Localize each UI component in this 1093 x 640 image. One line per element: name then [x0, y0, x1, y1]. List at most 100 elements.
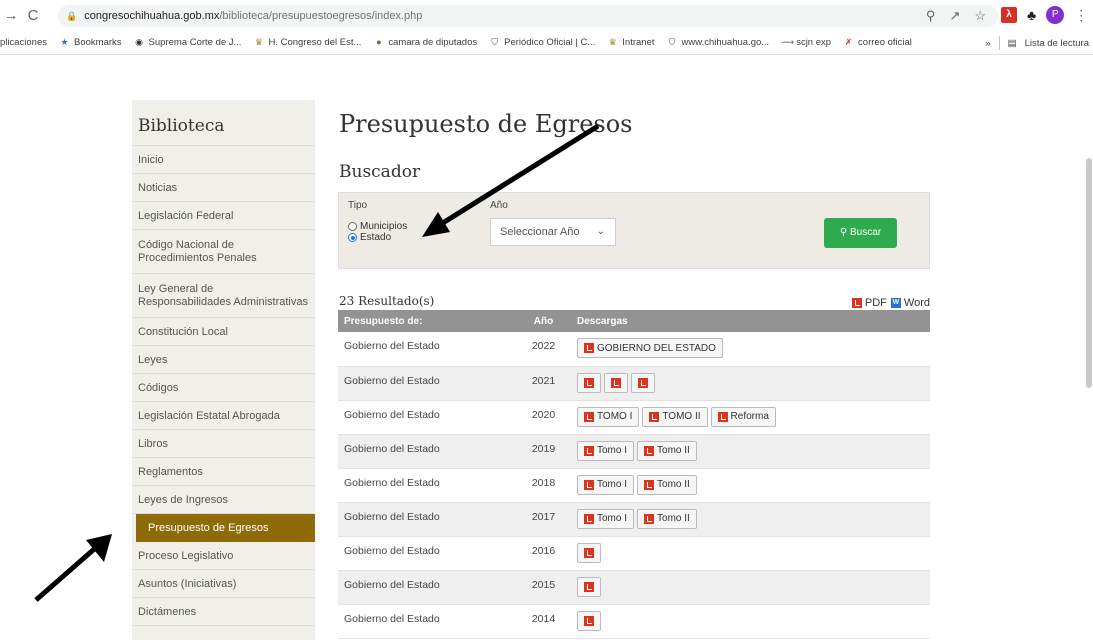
scrollbar[interactable]	[1083, 58, 1093, 627]
download-button[interactable]: Reforma	[710, 406, 776, 427]
bookmark-item[interactable]: ♛ Intranet	[607, 37, 655, 48]
divider	[998, 36, 1000, 50]
download-label: TOMO II	[662, 411, 701, 422]
radio-estado[interactable]: Estado	[348, 232, 391, 243]
sidebar-item-constituci-n-local[interactable]: Constitución Local	[132, 318, 315, 346]
camara-icon: ●	[376, 37, 382, 47]
bookmark-star-icon[interactable]: ☆	[974, 8, 986, 24]
buscar-label: Buscar	[849, 227, 882, 238]
radio-municipios-circle[interactable]	[348, 222, 357, 231]
results-count: 23 Resultado(s)	[339, 294, 435, 308]
export-pdf-label: PDF	[864, 297, 887, 309]
zoom-icon[interactable]: ⚲	[926, 8, 936, 24]
download-button[interactable]: Tomo II	[637, 474, 697, 495]
sidebar-item-inicio[interactable]: Inicio	[132, 146, 315, 174]
sidebar-item-proceso-legislativo[interactable]: Proceso Legislativo	[132, 542, 315, 570]
share-icon[interactable]: ↗	[949, 8, 960, 24]
download-button[interactable]	[631, 372, 655, 393]
download-label: Reforma	[730, 411, 769, 422]
download-button[interactable]	[577, 576, 601, 597]
cell-downloads	[571, 570, 930, 605]
sidebar-item-c-digos[interactable]: Códigos	[132, 374, 315, 402]
bookmark-label: Suprema Corte de J...	[148, 37, 242, 48]
cell-entity: Gobierno del Estado	[338, 468, 516, 503]
bookmark-item[interactable]: ♛ H. Congreso del Est...	[253, 37, 361, 48]
sidebar-item-noticias[interactable]: Noticias	[132, 174, 315, 202]
buscar-button[interactable]: ⚲ Buscar	[824, 218, 897, 248]
sidebar-item-c-digo-nacional-de-procedimientos-penales[interactable]: Código Nacional de Procedimientos Penale…	[132, 230, 315, 274]
word-icon: W	[890, 298, 901, 308]
avatar[interactable]: P	[1046, 6, 1065, 24]
bookmark-item[interactable]: ● camara de diputados	[373, 37, 477, 48]
download-button[interactable]: Tomo II	[637, 508, 697, 529]
url-path: /biblioteca/presupuestoegresos/index.php	[219, 10, 423, 22]
sidebar-item-leyes[interactable]: Leyes	[132, 346, 315, 374]
sidebar-item-legislaci-n-estatal-abrogada[interactable]: Legislación Estatal Abrogada	[132, 402, 315, 430]
download-button[interactable]	[604, 372, 628, 393]
export-word-link[interactable]: W Word	[890, 297, 930, 309]
more-bookmarks-icon[interactable]: »	[985, 38, 990, 49]
sidebar-item-legislaci-n-federal[interactable]: Legislación Federal	[132, 202, 315, 230]
download-button[interactable]: Tomo I	[577, 440, 635, 461]
download-button[interactable]: Tomo I	[577, 508, 635, 529]
reading-list-label[interactable]: Lista de lectura	[1025, 38, 1089, 49]
pdf-icon	[644, 513, 655, 524]
extensions-puzzle-icon[interactable]: ♣	[1027, 7, 1036, 23]
export-pdf-link[interactable]: PDF	[851, 297, 887, 309]
acrobat-extension-icon[interactable]: λ	[1001, 7, 1017, 23]
bookmark-item[interactable]: ⛉ Periódico Oficial | C...	[489, 37, 595, 48]
download-button[interactable]	[577, 372, 601, 393]
bookmark-label: scjn exp	[796, 37, 832, 48]
pdf-icon	[644, 445, 655, 456]
bookmark-item[interactable]: ✗ correo oficial	[843, 37, 912, 48]
export-links: PDF W Word	[851, 297, 930, 309]
sidebar: Biblioteca Inicio Noticias Legislación Fed…	[132, 100, 315, 640]
lock-icon[interactable]: 🔒	[66, 11, 77, 22]
sidebar-item-presupuesto-de-egresos[interactable]: Presupuesto de Egresos	[136, 514, 315, 542]
download-label: Tomo I	[597, 445, 628, 456]
pdf-icon	[649, 411, 660, 422]
table-row: Gobierno del Estado 2019 Tomo I Tomo II	[338, 434, 930, 469]
download-button[interactable]: Tomo II	[637, 440, 697, 461]
table-row: Gobierno del Estado 2022 GOBIERNO DEL ESTA…	[338, 332, 930, 367]
menu-kebab-icon[interactable]: ⋮	[1074, 7, 1088, 24]
address-bar[interactable]: 🔒 congresochihuahua.gob.mx/biblioteca/pr…	[58, 5, 998, 27]
radio-estado-circle[interactable]	[348, 233, 357, 242]
download-button[interactable]: TOMO II	[642, 406, 708, 427]
download-button[interactable]: Tomo I	[577, 474, 635, 495]
bookmark-item[interactable]: plicaciones	[0, 37, 47, 48]
reading-list-icon[interactable]: ▤	[1008, 38, 1017, 49]
bookmark-item[interactable]: ◉ Suprema Corte de J...	[134, 37, 242, 48]
cell-downloads: Tomo I Tomo II	[571, 502, 930, 537]
scroll-thumb[interactable]	[1086, 158, 1092, 388]
col-presupuesto: Presupuesto de:	[338, 310, 516, 332]
sidebar-item-dict-menes[interactable]: Dictámenes	[132, 598, 315, 626]
bookmark-item[interactable]: ⟿ scjn exp	[781, 37, 831, 48]
radio-municipios[interactable]: Municipios	[348, 221, 407, 232]
download-button[interactable]	[577, 610, 601, 631]
table-row: Gobierno del Estado 2014	[338, 604, 930, 639]
bookmark-item[interactable]: ⛉ www.chihuahua.go...	[667, 37, 770, 48]
annotation-arrow-bottom	[34, 534, 112, 602]
pdf-icon	[644, 479, 655, 490]
cell-downloads: TOMO I TOMO II Reforma	[571, 400, 930, 435]
pdf-icon	[584, 343, 594, 353]
download-button[interactable]: TOMO I	[577, 406, 640, 427]
download-label: Tomo II	[657, 445, 690, 456]
cell-year: 2018	[516, 468, 571, 503]
download-button[interactable]	[577, 542, 601, 563]
download-button[interactable]: GOBIERNO DEL ESTADO	[577, 338, 723, 358]
cell-downloads: Tomo I Tomo II	[571, 434, 930, 469]
sidebar-item-leyes-de-ingresos[interactable]: Leyes de Ingresos	[132, 486, 315, 514]
sidebar-item-asuntos-iniciativas[interactable]: Asuntos (Iniciativas)	[132, 570, 315, 598]
bookmark-label: Bookmarks	[74, 37, 122, 48]
sidebar-item-libros[interactable]: Libros	[132, 430, 315, 458]
sidebar-item-ley-general-de-responsabilidades-administrativas[interactable]: Ley General de Responsabilidades Adminis…	[132, 274, 315, 318]
search-icon: ⚲	[839, 227, 848, 238]
reload-icon[interactable]: C	[22, 7, 44, 24]
sidebar-item-reglamentos[interactable]: Reglamentos	[132, 458, 315, 486]
pdf-icon	[611, 377, 621, 388]
cell-year: 2019	[516, 434, 571, 469]
bookmark-item[interactable]: ★ Bookmarks	[59, 37, 122, 48]
forward-icon[interactable]: →	[0, 7, 22, 24]
